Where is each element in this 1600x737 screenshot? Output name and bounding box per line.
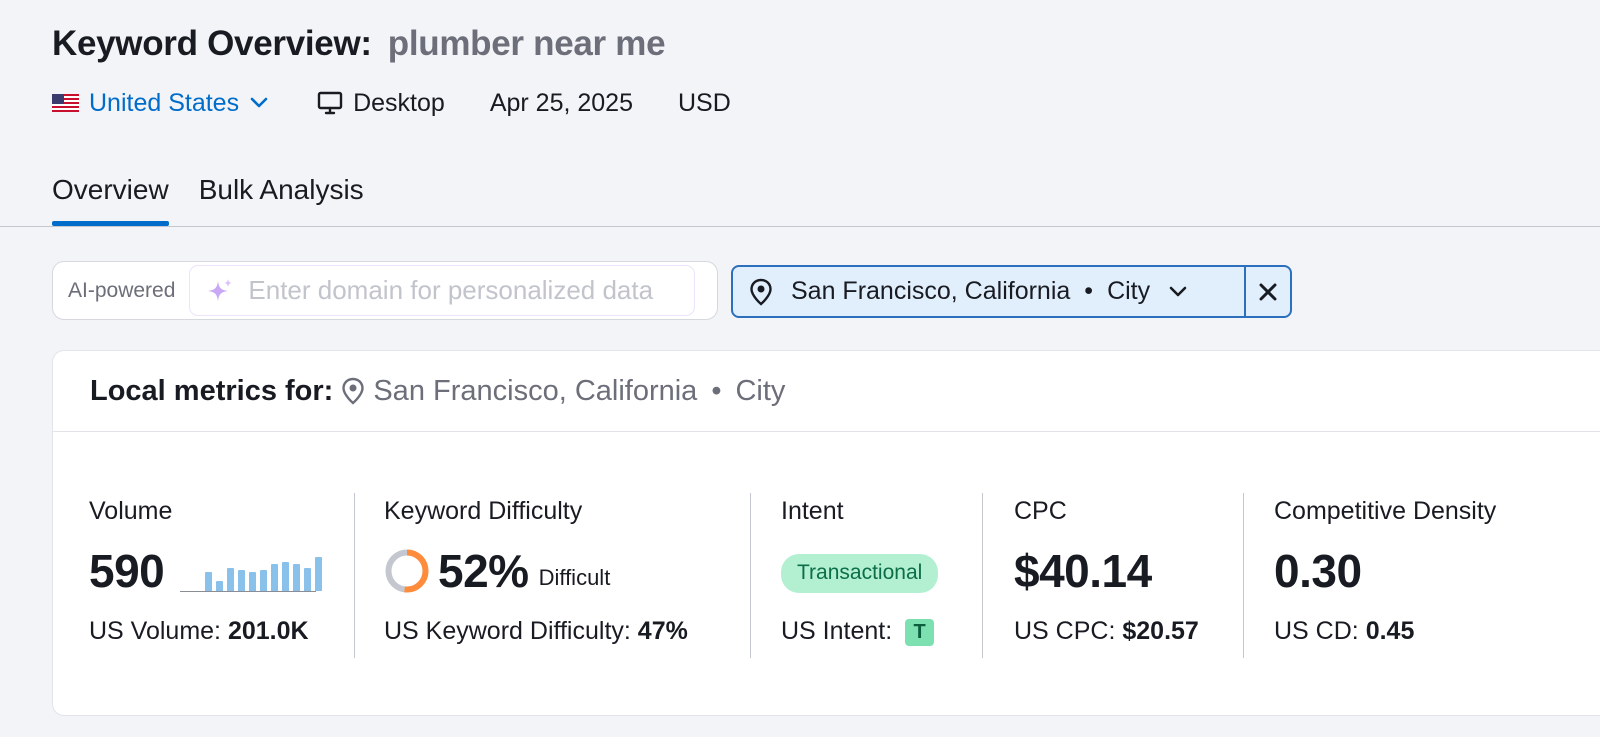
- kd-label: Keyword Difficulty: [384, 497, 583, 525]
- trend-bar: [271, 564, 279, 591]
- trend-bar: [205, 572, 213, 591]
- trend-bar: [249, 572, 257, 591]
- location-name: San Francisco, California: [791, 277, 1071, 305]
- trend-bar: [227, 568, 235, 591]
- us-kd: US Keyword Difficulty: 47%: [384, 617, 688, 646]
- cpc-value: $40.14: [1014, 545, 1152, 597]
- us-cpc-label: US CPC:: [1014, 617, 1116, 645]
- local-metrics-card: Local metrics for: San Francisco, Califo…: [52, 350, 1600, 716]
- trend-bar: [293, 564, 301, 591]
- us-intent-badge[interactable]: T: [905, 618, 935, 646]
- kd-level: Difficult: [538, 565, 611, 590]
- local-metrics-label: Local metrics for:: [90, 374, 334, 407]
- metrics-row: Volume 590 US Volume: 201.0K Keyword Dif…: [53, 493, 1600, 658]
- difficulty-ring-icon: [384, 548, 430, 594]
- metric-divider: [982, 493, 983, 658]
- us-cd-label: US CD:: [1274, 617, 1359, 645]
- trend-baseline: [180, 591, 317, 592]
- keyword-title: plumber near me: [387, 24, 666, 63]
- page-title: Keyword Overview:: [52, 24, 372, 63]
- intent-badge[interactable]: Transactional: [781, 554, 939, 593]
- tabs-divider: [0, 226, 1600, 227]
- desktop-icon: [317, 91, 343, 115]
- device-label: Desktop: [353, 88, 445, 117]
- cd-metric: Competitive Density 0.30 US CD: 0.45: [1274, 493, 1496, 658]
- close-icon: [1259, 283, 1277, 300]
- country-label: United States: [89, 88, 240, 117]
- us-flag-icon: [52, 94, 79, 112]
- separator-dot: •: [1084, 277, 1094, 305]
- country-selector[interactable]: United States: [52, 89, 269, 118]
- page-header: Keyword Overview: plumber near me: [52, 24, 666, 64]
- us-cd-value: 0.45: [1365, 617, 1415, 645]
- cd-value: 0.30: [1274, 545, 1362, 597]
- ai-domain-box: AI-powered: [52, 261, 718, 320]
- trend-bar: [304, 568, 312, 591]
- us-intent: US Intent: T: [781, 617, 935, 646]
- cd-label: Competitive Density: [1274, 497, 1497, 525]
- us-cpc: US CPC: $20.57: [1014, 617, 1199, 646]
- location-pin-icon: [749, 278, 773, 306]
- us-volume-value: 201.0K: [227, 617, 309, 645]
- trend-bar: [282, 562, 290, 591]
- domain-input[interactable]: [248, 275, 679, 306]
- us-intent-label: US Intent:: [781, 617, 893, 645]
- kd-value: 52%: [438, 545, 529, 597]
- us-cpc-value: $20.57: [1122, 617, 1199, 645]
- metric-divider: [750, 493, 751, 658]
- us-cd: US CD: 0.45: [1274, 617, 1414, 646]
- currency-label: USD: [677, 88, 731, 117]
- card-location-type: City: [735, 374, 786, 407]
- volume-trend-chart[interactable]: [180, 550, 323, 592]
- tab-bulk-analysis[interactable]: Bulk Analysis: [199, 168, 364, 226]
- separator-dot: •: [711, 374, 722, 407]
- database-date: Apr 25, 2025: [489, 88, 633, 117]
- kd-value-row: 52% Difficult: [384, 545, 611, 597]
- trend-bar: [315, 557, 323, 591]
- card-header: Local metrics for: San Francisco, Califo…: [53, 351, 1600, 432]
- ai-powered-label: AI-powered: [68, 278, 176, 302]
- location-dropdown[interactable]: San Francisco, California • City: [733, 267, 1246, 316]
- kd-metric: Keyword Difficulty 52% Difficult US Keyw…: [384, 493, 688, 658]
- cpc-label: CPC: [1014, 497, 1067, 525]
- meta-row: United States Desktop Apr 25, 2025 USD: [52, 86, 731, 120]
- clear-location-button[interactable]: [1246, 267, 1290, 316]
- metric-divider: [354, 493, 355, 658]
- us-volume: US Volume: 201.0K: [89, 617, 309, 646]
- location-filter: San Francisco, California • City: [731, 265, 1292, 318]
- tabs-bar: Overview Bulk Analysis: [52, 168, 394, 226]
- cpc-metric: CPC $40.14 US CPC: $20.57: [1014, 493, 1199, 658]
- ai-input-wrapper: [189, 265, 696, 316]
- location-pin-icon: [341, 377, 365, 405]
- intent-label: Intent: [781, 497, 844, 525]
- volume-metric: Volume 590 US Volume: 201.0K: [89, 493, 323, 658]
- card-location-name: San Francisco, California: [373, 374, 698, 407]
- volume-value-row: 590: [89, 545, 323, 597]
- us-volume-label: US Volume:: [89, 617, 222, 645]
- chevron-down-icon: [249, 97, 269, 109]
- location-type: City: [1107, 277, 1151, 305]
- us-kd-value: 47%: [637, 617, 688, 645]
- trend-bar: [238, 570, 246, 591]
- volume-value: 590: [89, 545, 165, 597]
- intent-metric: Intent Transactional US Intent: T: [781, 493, 939, 658]
- sparkle-icon: [206, 277, 234, 305]
- us-kd-label: US Keyword Difficulty:: [384, 617, 631, 645]
- chevron-down-icon: [1168, 286, 1188, 298]
- metric-divider: [1243, 493, 1244, 658]
- tab-overview[interactable]: Overview: [52, 168, 169, 226]
- device-info: Desktop: [317, 89, 445, 118]
- trend-bar: [260, 570, 268, 591]
- trend-bar: [216, 581, 224, 591]
- volume-label: Volume: [89, 497, 173, 525]
